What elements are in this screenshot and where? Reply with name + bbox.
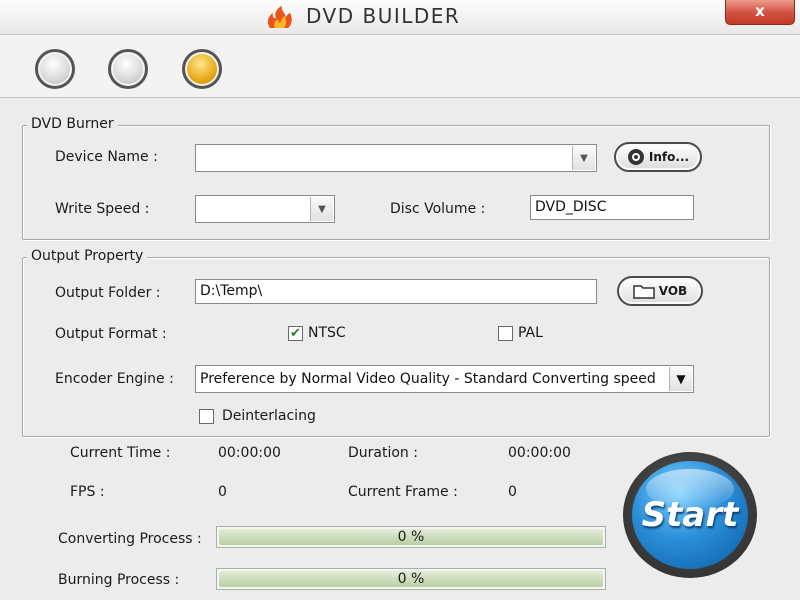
- disc-eye-icon: [627, 149, 644, 165]
- folder-icon: [633, 285, 655, 299]
- deinterlacing-label: Deinterlacing: [222, 408, 316, 424]
- write-speed-dropdown[interactable]: ▼: [195, 195, 335, 223]
- vob-button-label: VOB: [658, 284, 688, 298]
- duration-value: 00:00:00: [508, 445, 571, 461]
- write-speed-label: Write Speed :: [55, 201, 150, 217]
- device-name-dropdown[interactable]: ▼: [195, 144, 597, 172]
- ntsc-label: NTSC: [308, 325, 346, 341]
- encoder-engine-dropdown[interactable]: Preference by Normal Video Quality - Sta…: [195, 365, 694, 393]
- converting-progress-bar: 0 %: [216, 526, 606, 548]
- encoder-engine-label: Encoder Engine :: [55, 371, 174, 387]
- current-time-value: 00:00:00: [218, 445, 281, 461]
- pal-checkbox[interactable]: [498, 326, 513, 341]
- disc-volume-input[interactable]: DVD_DISC: [530, 195, 694, 220]
- converting-process-label: Converting Process :: [58, 531, 202, 547]
- ntsc-checkbox[interactable]: ✔: [288, 326, 303, 341]
- burning-progress-bar: 0 %: [216, 568, 606, 590]
- output-folder-input[interactable]: D:\Temp\: [195, 279, 597, 304]
- chevron-down-icon[interactable]: ▼: [669, 367, 692, 391]
- toolbar: [0, 35, 800, 98]
- disc-volume-label: Disc Volume :: [390, 201, 486, 217]
- chevron-down-icon[interactable]: ▼: [310, 197, 333, 221]
- fps-value: 0: [218, 484, 227, 500]
- encoder-engine-value: Preference by Normal Video Quality - Sta…: [200, 371, 656, 387]
- flame-logo-icon: [267, 6, 292, 28]
- deinterlacing-checkbox[interactable]: [199, 409, 214, 424]
- info-button-label: Info...: [648, 150, 690, 164]
- converting-progress-text: 0 %: [397, 529, 425, 545]
- start-button-label: Start: [641, 495, 739, 535]
- title-bar: DVD BUILDER x: [0, 0, 800, 35]
- burning-process-label: Burning Process :: [58, 572, 180, 588]
- output-property-legend: Output Property: [27, 248, 148, 264]
- chevron-down-icon[interactable]: ▼: [572, 146, 595, 170]
- current-frame-value: 0: [508, 484, 517, 500]
- burning-progress-text: 0 %: [397, 571, 425, 587]
- info-button[interactable]: Info...: [614, 142, 702, 172]
- close-button[interactable]: x: [725, 0, 795, 25]
- fps-label: FPS :: [70, 484, 105, 500]
- start-button[interactable]: Start: [632, 461, 748, 569]
- output-folder-label: Output Folder :: [55, 285, 161, 301]
- vob-folder-button[interactable]: VOB: [617, 276, 703, 306]
- current-frame-label: Current Frame :: [348, 484, 458, 500]
- current-time-label: Current Time :: [70, 445, 171, 461]
- dvd-burner-legend: DVD Burner: [27, 116, 118, 132]
- step-3-button[interactable]: [182, 49, 222, 89]
- output-format-label: Output Format :: [55, 326, 167, 342]
- step-2-button[interactable]: [108, 49, 148, 89]
- window-title: DVD BUILDER: [306, 4, 461, 28]
- device-name-label: Device Name :: [55, 149, 158, 165]
- pal-label: PAL: [518, 325, 543, 341]
- step-1-button[interactable]: [35, 49, 75, 89]
- duration-label: Duration :: [348, 445, 418, 461]
- start-button-ring: Start: [623, 452, 757, 578]
